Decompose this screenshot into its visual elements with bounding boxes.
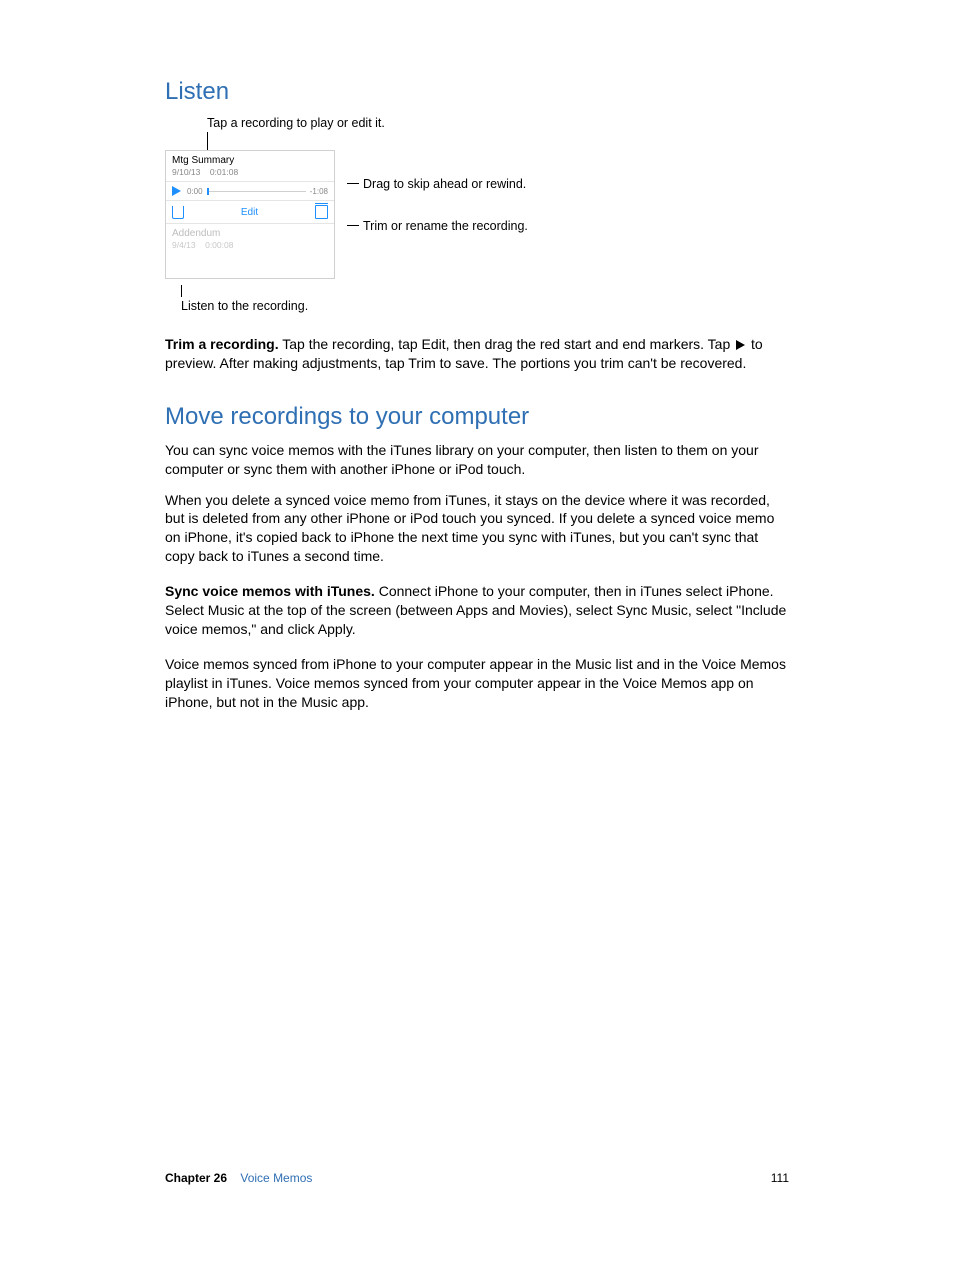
trash-icon xyxy=(315,205,328,219)
recording-date: 9/10/13 xyxy=(172,167,200,177)
crop-icon xyxy=(172,206,184,219)
heading-move: Move recordings to your computer xyxy=(165,403,789,431)
recording-duration-2: 0:00:08 xyxy=(205,240,233,250)
paragraph-move-1: You can sync voice memos with the iTunes… xyxy=(165,441,789,479)
chapter-title: Voice Memos xyxy=(240,1171,312,1185)
playback-row: 0:00 -1:08 xyxy=(166,182,334,201)
recording-row-1: Mtg Summary 9/10/13 0:01:08 xyxy=(166,151,334,182)
diagram: Mtg Summary 9/10/13 0:01:08 0:00 -1:08 E… xyxy=(165,150,789,279)
edit-row: Edit xyxy=(166,201,334,224)
paragraph-move-2: When you delete a synced voice memo from… xyxy=(165,491,789,567)
leader-line xyxy=(347,183,359,184)
playhead xyxy=(207,188,209,195)
recording-meta-2: 9/4/13 0:00:08 xyxy=(172,240,328,250)
recording-duration: 0:01:08 xyxy=(210,167,238,177)
bold-trim-recording: Trim a recording. xyxy=(165,336,279,352)
recording-date-2: 9/4/13 xyxy=(172,240,196,250)
footer-left: Chapter 26 Voice Memos xyxy=(165,1171,312,1185)
page-footer: Chapter 26 Voice Memos 111 xyxy=(165,1171,789,1185)
recording-row-2: Addendum 9/4/13 0:00:08 xyxy=(166,224,334,278)
bold-sync: Sync voice memos with iTunes. xyxy=(165,583,375,599)
section-move: Move recordings to your computer You can… xyxy=(165,403,789,712)
recording-title: Mtg Summary xyxy=(172,155,328,166)
callout-trim-text: Trim or rename the recording. xyxy=(363,219,528,233)
play-icon xyxy=(736,340,745,350)
heading-listen: Listen xyxy=(165,78,789,106)
side-callouts: Drag to skip ahead or rewind. Trim or re… xyxy=(347,150,528,235)
callout-drag-text: Drag to skip ahead or rewind. xyxy=(363,177,526,191)
callout-tap-recording: Tap a recording to play or edit it. xyxy=(207,116,789,130)
play-icon xyxy=(172,186,181,196)
leader-line xyxy=(347,225,359,226)
paragraph-trim: Trim a recording. Tap the recording, tap… xyxy=(165,335,789,373)
phone-screenshot: Mtg Summary 9/10/13 0:01:08 0:00 -1:08 E… xyxy=(165,150,335,279)
chapter-number: Chapter 26 xyxy=(165,1171,227,1185)
scrubber-track xyxy=(207,188,306,194)
page-number: 111 xyxy=(771,1171,789,1185)
callout-listen: Listen to the recording. xyxy=(181,299,789,313)
paragraph-sync: Sync voice memos with iTunes. Connect iP… xyxy=(165,582,789,639)
trim-text-a: Tap the recording, tap Edit, then drag t… xyxy=(279,336,735,352)
paragraph-move-4: Voice memos synced from iPhone to your c… xyxy=(165,655,789,712)
leader-line xyxy=(207,132,208,150)
time-current: 0:00 xyxy=(187,187,203,196)
document-page: Listen Tap a recording to play or edit i… xyxy=(0,0,954,1265)
callout-drag: Drag to skip ahead or rewind. xyxy=(347,176,528,192)
time-remaining: -1:08 xyxy=(310,187,328,196)
recording-meta: 9/10/13 0:01:08 xyxy=(172,167,328,177)
leader-line xyxy=(181,285,182,297)
recording-title-2: Addendum xyxy=(172,228,328,239)
edit-label: Edit xyxy=(241,207,258,218)
track-line xyxy=(207,191,306,192)
callout-trim-rename: Trim or rename the recording. xyxy=(347,218,528,234)
